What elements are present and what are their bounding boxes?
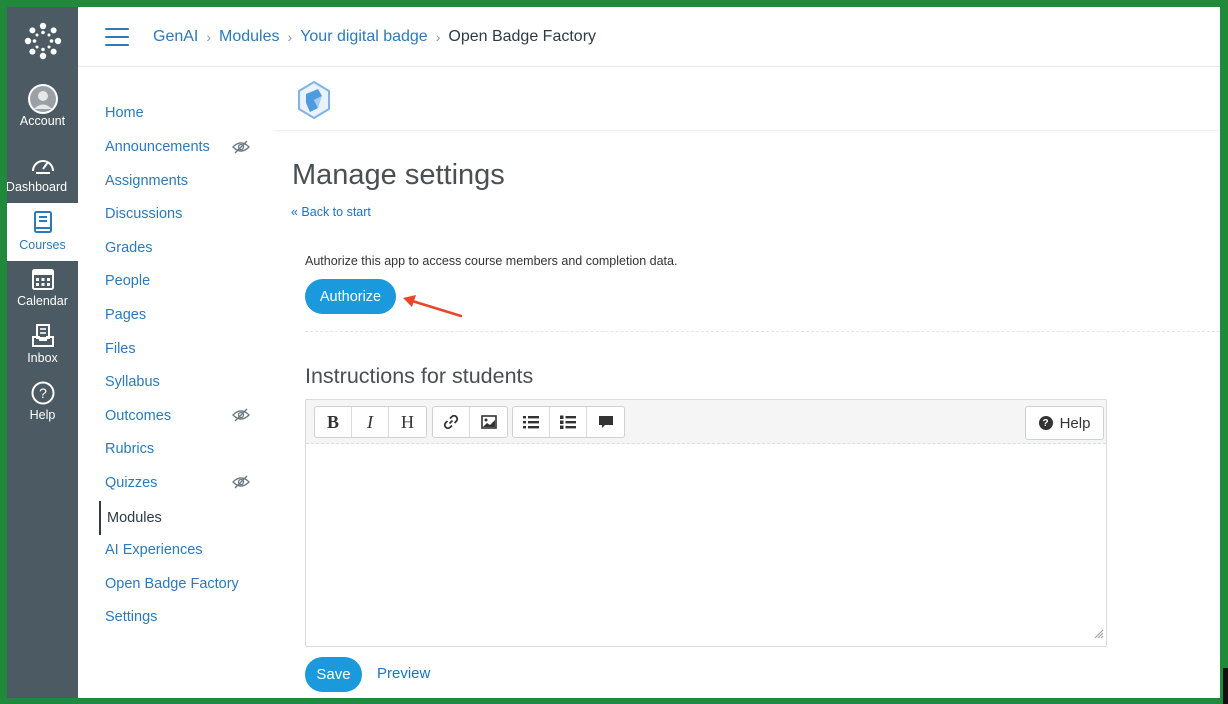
global-nav-inbox[interactable]: Inbox xyxy=(7,322,78,378)
instructions-title: Instructions for students xyxy=(305,364,534,388)
page-title: Manage settings xyxy=(292,159,505,191)
course-nav-discussions[interactable]: Discussions xyxy=(105,202,182,226)
course-nav-announcements[interactable]: Announcements xyxy=(105,135,210,159)
inbox-icon xyxy=(7,322,78,350)
format-button-group: B I H xyxy=(314,406,427,438)
chevron-right-icon: › xyxy=(206,28,212,45)
course-nav-modules[interactable]: Modules xyxy=(99,501,162,535)
book-icon xyxy=(7,209,78,237)
calendar-icon xyxy=(7,265,78,293)
course-nav-home[interactable]: Home xyxy=(105,101,144,125)
chevron-right-icon: › xyxy=(287,28,293,45)
course-nav-outcomes[interactable]: Outcomes xyxy=(105,404,171,428)
course-nav-quizzes[interactable]: Quizzes xyxy=(105,471,157,495)
course-nav-rubrics[interactable]: Rubrics xyxy=(105,437,154,461)
global-nav-label: Dashboard xyxy=(7,180,68,194)
course-nav-ai-experiences[interactable]: AI Experiences xyxy=(105,538,203,562)
global-nav-label: Help xyxy=(29,408,56,422)
corner-mark xyxy=(1223,668,1228,704)
section-divider xyxy=(305,331,1220,332)
global-nav: Account Dashboard Courses Calendar Inbox xyxy=(7,7,78,698)
global-nav-calendar[interactable]: Calendar xyxy=(7,265,78,321)
breadcrumb-bar: GenAI › Modules › Your digital badge › O… xyxy=(78,7,1220,67)
global-nav-help[interactable]: ? Help xyxy=(7,379,78,435)
back-to-start-link[interactable]: « Back to start xyxy=(291,205,371,219)
image-icon xyxy=(480,415,497,429)
annotation-arrow-icon xyxy=(401,292,465,325)
open-badge-factory-logo-icon xyxy=(297,80,331,124)
app-window: Account Dashboard Courses Calendar Inbox xyxy=(7,7,1220,698)
canvas-logo-icon[interactable] xyxy=(7,7,78,75)
numbered-list-icon xyxy=(523,416,539,429)
course-nav-open-badge-factory[interactable]: Open Badge Factory xyxy=(105,572,239,596)
global-nav-label: Account xyxy=(19,114,66,128)
instructions-editor: B I H ? Help xyxy=(305,399,1107,647)
resize-grip-icon[interactable] xyxy=(1094,626,1104,644)
course-nav-settings[interactable]: Settings xyxy=(105,605,157,629)
dashboard-icon xyxy=(7,151,78,179)
course-nav-pages[interactable]: Pages xyxy=(105,303,146,327)
question-circle-icon: ? xyxy=(1038,416,1053,430)
hamburger-menu-icon[interactable] xyxy=(105,27,129,46)
breadcrumb: GenAI › Modules › Your digital badge › O… xyxy=(153,28,596,46)
course-nav-grades[interactable]: Grades xyxy=(105,236,153,260)
tool-header xyxy=(275,67,1220,131)
breadcrumb-item-current: Open Badge Factory xyxy=(448,27,597,45)
authorize-button[interactable]: Authorize xyxy=(305,279,396,314)
link-icon xyxy=(443,414,459,430)
global-nav-dashboard[interactable]: Dashboard xyxy=(7,151,78,207)
editor-toolbar: B I H ? Help xyxy=(306,400,1106,444)
bulleted-list-button[interactable] xyxy=(550,407,587,437)
instructions-textarea[interactable] xyxy=(306,445,1106,646)
bulleted-list-icon xyxy=(560,415,576,429)
image-button[interactable] xyxy=(470,407,507,437)
avatar-icon xyxy=(7,84,78,114)
save-button[interactable]: Save xyxy=(305,657,362,692)
chevron-right-icon: › xyxy=(435,28,441,45)
svg-text:?: ? xyxy=(39,385,47,401)
eye-slash-icon xyxy=(232,475,250,489)
course-nav-people[interactable]: People xyxy=(105,269,150,293)
quote-button[interactable] xyxy=(587,407,624,437)
preview-link[interactable]: Preview xyxy=(377,665,430,682)
quote-icon xyxy=(598,416,613,428)
global-nav-label: Courses xyxy=(19,238,66,252)
help-icon: ? xyxy=(7,379,78,407)
editor-help-button[interactable]: ? Help xyxy=(1025,406,1104,440)
editor-help-label: Help xyxy=(1059,414,1091,432)
global-nav-courses[interactable]: Courses xyxy=(7,203,78,261)
list-button-group xyxy=(512,406,625,438)
authorize-description: Authorize this app to access course memb… xyxy=(305,254,678,268)
breadcrumb-item-course[interactable]: GenAI xyxy=(153,28,198,46)
tool-content: Manage settings « Back to start Authoriz… xyxy=(275,67,1220,698)
breadcrumb-item-module[interactable]: Your digital badge xyxy=(300,28,428,46)
course-nav-assignments[interactable]: Assignments xyxy=(105,169,188,193)
global-nav-label: Inbox xyxy=(27,351,58,365)
global-nav-account[interactable]: Account xyxy=(7,84,78,141)
breadcrumb-item-modules[interactable]: Modules xyxy=(219,28,279,46)
eye-slash-icon xyxy=(232,140,250,154)
link-button[interactable] xyxy=(433,407,470,437)
bold-button[interactable]: B xyxy=(315,407,352,437)
course-nav: Home Announcements Assignments Discussio… xyxy=(78,67,268,698)
italic-button[interactable]: I xyxy=(352,407,389,437)
insert-button-group xyxy=(432,406,508,438)
numbered-list-button[interactable] xyxy=(513,407,550,437)
course-nav-files[interactable]: Files xyxy=(105,337,136,361)
heading-button[interactable]: H xyxy=(389,407,426,437)
global-nav-label: Calendar xyxy=(17,294,68,308)
course-nav-syllabus[interactable]: Syllabus xyxy=(105,370,160,394)
eye-slash-icon xyxy=(232,408,250,422)
